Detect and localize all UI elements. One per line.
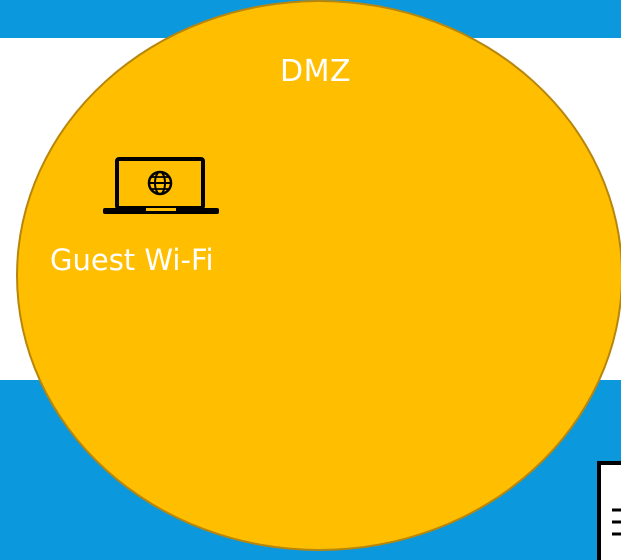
laptop-globe-icon (103, 157, 219, 214)
dmz-zone-label: DMZ (279, 54, 352, 89)
server-icon (597, 461, 621, 560)
network-diagram: DMZ Guest Wi-Fi (0, 0, 621, 560)
guest-wifi-label: Guest Wi-Fi (50, 243, 214, 277)
